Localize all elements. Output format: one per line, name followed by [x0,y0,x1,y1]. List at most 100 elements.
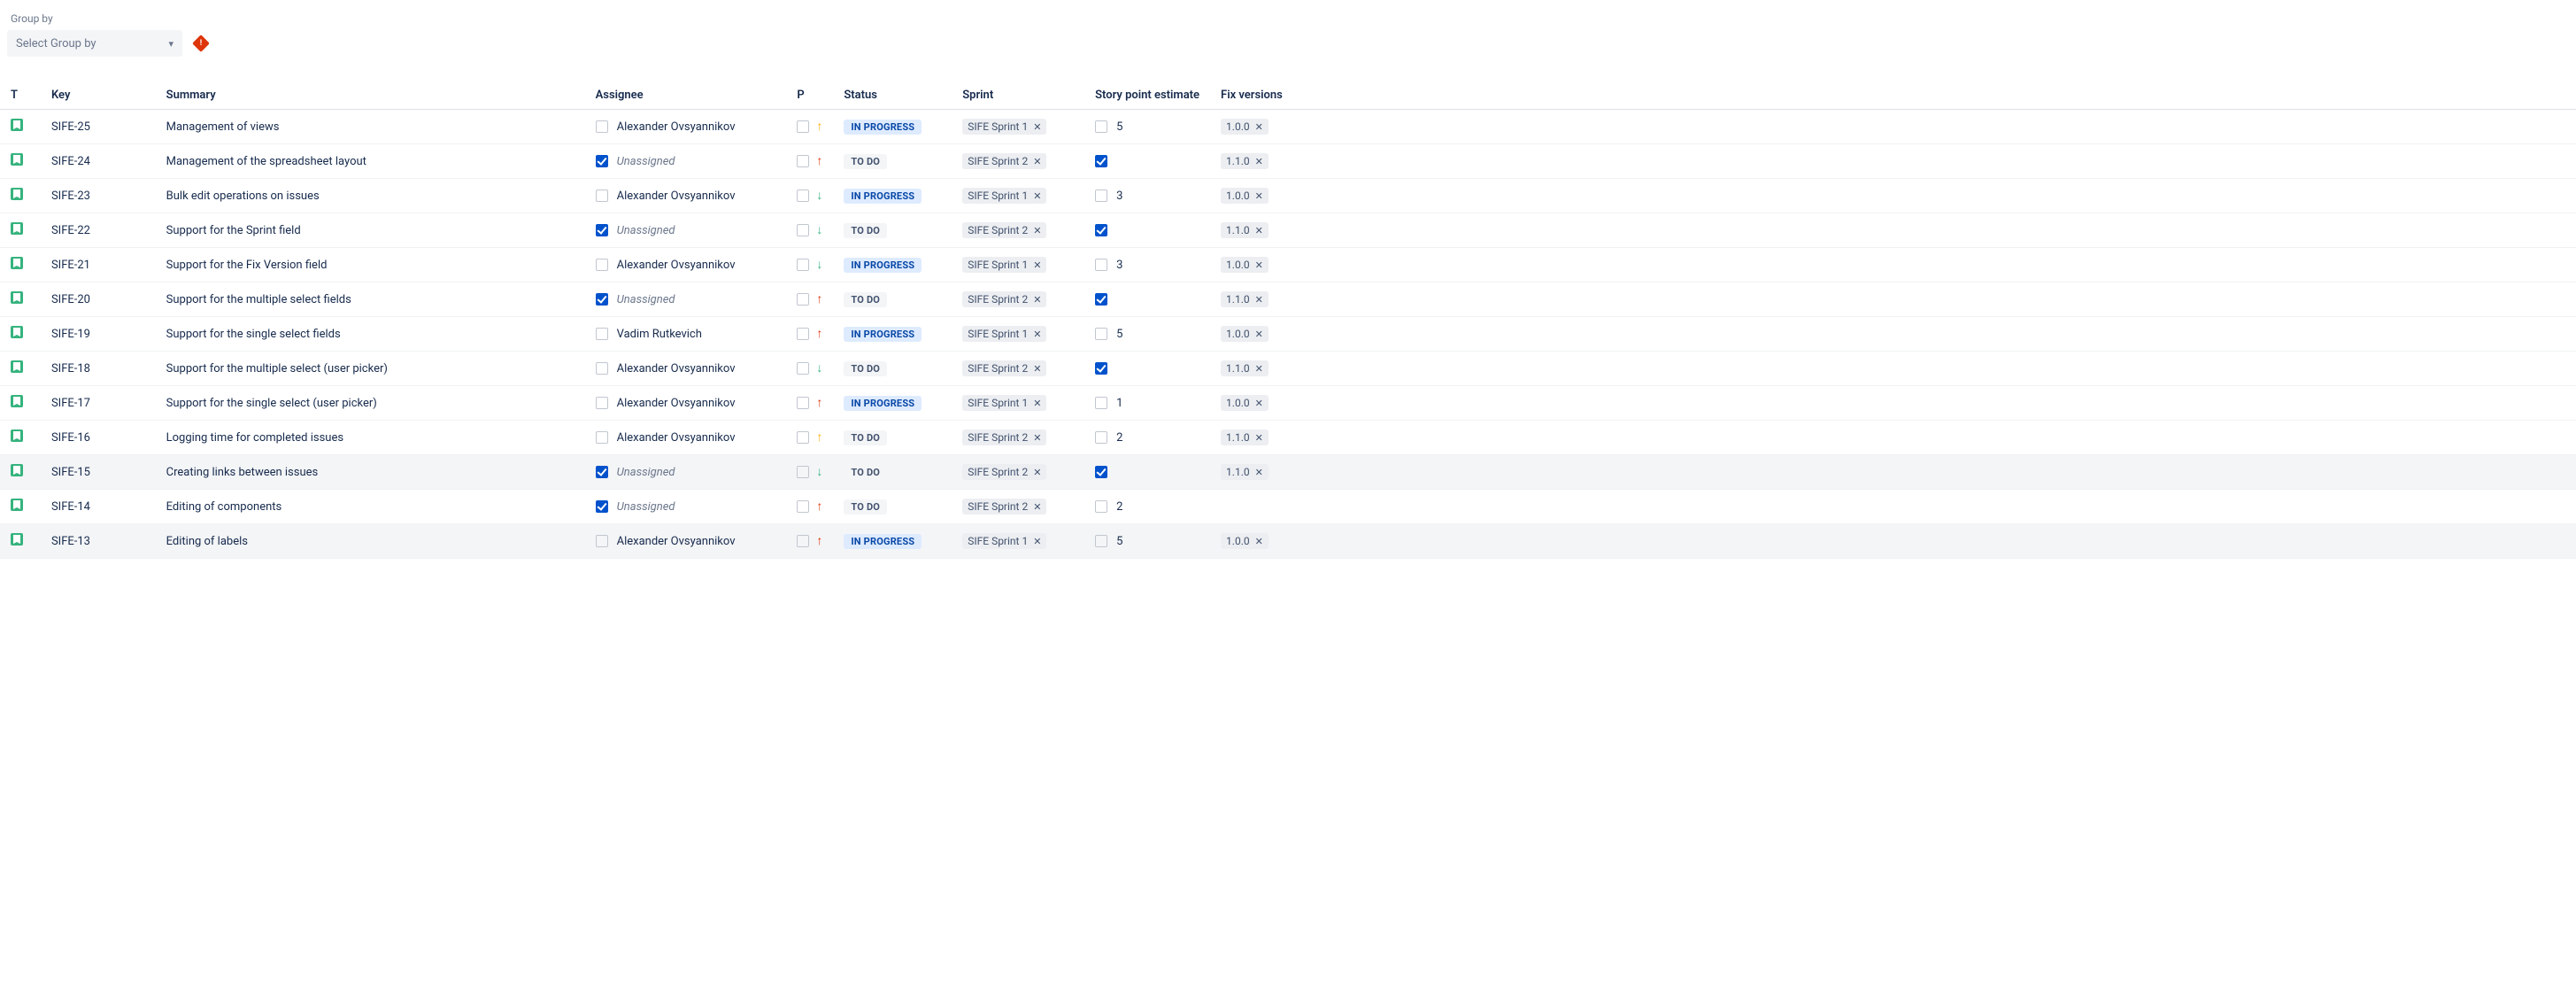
status-lozenge[interactable]: TO DO [844,154,887,169]
priority-checkbox[interactable] [797,362,809,375]
priority-checkbox[interactable] [797,466,809,478]
table-row[interactable]: SIFE-21Support for the Fix Version field… [0,248,2576,282]
status-lozenge[interactable]: TO DO [844,223,887,238]
remove-fix-version-icon[interactable]: ✕ [1255,536,1263,547]
priority-checkbox[interactable] [797,397,809,409]
assignee-name[interactable]: Alexander Ovsyannikov [617,535,736,548]
table-row[interactable]: SIFE-25Management of viewsAlexander Ovsy… [0,110,2576,144]
spe-checkbox[interactable] [1095,328,1107,340]
sprint-tag[interactable]: SIFE Sprint 1✕ [962,257,1046,273]
fix-version-tag[interactable]: 1.0.0✕ [1221,533,1269,549]
sprint-tag[interactable]: SIFE Sprint 1✕ [962,188,1046,204]
sprint-tag[interactable]: SIFE Sprint 2✕ [962,222,1046,238]
fix-version-tag[interactable]: 1.1.0✕ [1221,222,1269,238]
table-row[interactable]: SIFE-16Logging time for completed issues… [0,421,2576,455]
col-fixversions[interactable]: Fix versions [1210,81,2576,110]
col-spe[interactable]: Story point estimate [1084,81,1210,110]
spe-checkbox[interactable] [1095,224,1107,236]
priority-checkbox[interactable] [797,155,809,167]
remove-sprint-icon[interactable]: ✕ [1033,190,1041,202]
status-lozenge[interactable]: TO DO [844,292,887,307]
assignee-checkbox[interactable] [596,500,608,513]
assignee-name[interactable]: Unassigned [617,500,675,514]
fix-version-tag[interactable]: 1.0.0✕ [1221,188,1269,204]
remove-sprint-icon[interactable]: ✕ [1033,467,1041,478]
status-lozenge[interactable]: TO DO [844,430,887,445]
sprint-tag[interactable]: SIFE Sprint 2✕ [962,464,1046,480]
remove-fix-version-icon[interactable]: ✕ [1255,294,1263,306]
status-lozenge[interactable]: TO DO [844,499,887,515]
table-row[interactable]: SIFE-13 Editing of labels Alexander Ovsyan… [0,524,2576,559]
spe-checkbox[interactable] [1095,500,1107,513]
issue-key[interactable]: SIFE-16 [51,431,90,445]
fix-version-tag[interactable]: 1.1.0✕ [1221,464,1269,480]
remove-sprint-icon[interactable]: ✕ [1033,536,1041,547]
remove-fix-version-icon[interactable]: ✕ [1255,363,1263,375]
assignee-checkbox[interactable] [596,120,608,133]
col-sprint[interactable]: Sprint [952,81,1084,110]
assignee-checkbox[interactable] [596,328,608,340]
issue-key[interactable]: SIFE-18 [51,362,90,375]
assignee-name[interactable]: Alexander Ovsyannikov [617,431,736,445]
col-assignee[interactable]: Assignee [585,81,787,110]
remove-fix-version-icon[interactable]: ✕ [1255,329,1263,340]
status-lozenge[interactable]: IN PROGRESS [844,120,922,135]
assignee-name[interactable]: Alexander Ovsyannikov [617,397,736,410]
issue-summary[interactable]: Support for the multiple select fields [166,293,351,306]
priority-checkbox[interactable] [797,259,809,271]
issue-key[interactable]: SIFE-20 [51,293,90,306]
priority-checkbox[interactable] [797,328,809,340]
fix-version-tag[interactable]: 1.0.0✕ [1221,119,1269,135]
priority-checkbox[interactable] [797,431,809,444]
assignee-checkbox[interactable] [596,224,608,236]
spe-value[interactable]: 2 [1116,431,1122,445]
issue-summary[interactable]: Support for the Fix Version field [166,259,328,272]
spe-checkbox[interactable] [1095,155,1107,167]
remove-sprint-icon[interactable]: ✕ [1033,121,1041,133]
assignee-checkbox[interactable] [596,397,608,409]
issue-summary[interactable]: Support for the multiple select (user pi… [166,362,388,375]
sprint-tag[interactable]: SIFE Sprint 1✕ [962,119,1046,135]
priority-checkbox[interactable] [797,535,809,547]
issue-summary[interactable]: Management of the spreadsheet layout [166,155,366,168]
issue-key[interactable]: SIFE-22 [51,224,90,237]
assignee-name[interactable]: Alexander Ovsyannikov [617,190,736,203]
issue-key[interactable]: SIFE-14 [51,500,90,514]
assignee-name[interactable]: Alexander Ovsyannikov [617,362,736,375]
issue-summary[interactable]: Creating links between issues [166,466,319,479]
spe-value[interactable]: 5 [1116,120,1122,134]
remove-fix-version-icon[interactable]: ✕ [1255,156,1263,167]
col-summary[interactable]: Summary [156,81,585,110]
sprint-tag[interactable]: SIFE Sprint 1✕ [962,533,1046,549]
assignee-checkbox[interactable] [596,259,608,271]
issue-summary[interactable]: Editing of components [166,500,282,514]
col-status[interactable]: Status [833,81,952,110]
priority-checkbox[interactable] [797,190,809,202]
sprint-tag[interactable]: SIFE Sprint 2✕ [962,499,1046,515]
table-row[interactable]: SIFE-19Support for the single select fie… [0,317,2576,352]
issue-summary[interactable]: Support for the Sprint field [166,224,301,237]
fix-version-tag[interactable]: 1.1.0✕ [1221,291,1269,307]
assignee-name[interactable]: Alexander Ovsyannikov [617,120,736,134]
issue-summary[interactable]: Editing of labels [166,535,248,548]
priority-checkbox[interactable] [797,500,809,513]
priority-checkbox[interactable] [797,120,809,133]
remove-sprint-icon[interactable]: ✕ [1033,225,1041,236]
assignee-checkbox[interactable] [596,190,608,202]
issue-summary[interactable]: Support for the single select fields [166,328,341,341]
issue-key[interactable]: SIFE-25 [51,120,90,134]
table-row[interactable]: SIFE-17Support for the single select (us… [0,386,2576,421]
remove-sprint-icon[interactable]: ✕ [1033,156,1041,167]
spe-value[interactable]: 5 [1116,328,1122,341]
issue-key[interactable]: SIFE-13 [51,535,90,548]
table-row[interactable]: SIFE-20 Support for the multiple select f… [0,282,2576,317]
remove-sprint-icon[interactable]: ✕ [1033,398,1041,409]
fix-version-tag[interactable]: 1.0.0✕ [1221,395,1269,411]
spe-value[interactable]: 2 [1116,500,1122,514]
issue-key[interactable]: SIFE-24 [51,155,90,168]
sprint-tag[interactable]: SIFE Sprint 1✕ [962,326,1046,342]
col-type[interactable]: T [0,81,41,110]
col-key[interactable]: Key [41,81,156,110]
spe-checkbox[interactable] [1095,362,1107,375]
sprint-tag[interactable]: SIFE Sprint 2✕ [962,429,1046,445]
